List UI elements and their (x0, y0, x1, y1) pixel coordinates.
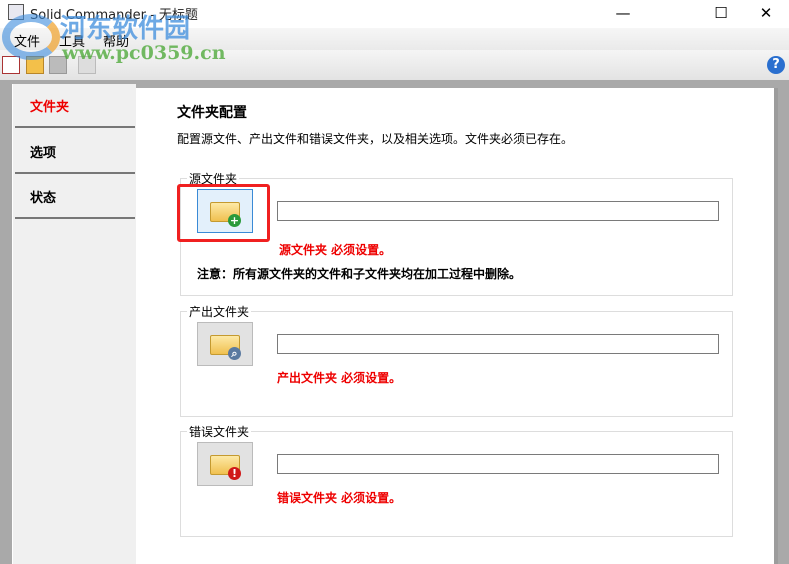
warning-icon: ! (228, 467, 241, 480)
menu-help[interactable]: 帮助 (103, 31, 129, 50)
error-folder-input[interactable] (277, 454, 719, 474)
tab-options[interactable]: 选项 (15, 130, 135, 174)
source-folder-note: 注意：所有源文件夹的文件和子文件夹均在加工过程中删除。 (197, 267, 522, 281)
save-icon[interactable] (49, 56, 67, 74)
tab-folders[interactable]: 文件夹 (15, 84, 135, 128)
side-tabs: 文件夹 选项 状态 (12, 84, 136, 564)
new-icon[interactable] (2, 56, 20, 74)
output-folder-group: 产出文件夹 ⌕ 产出文件夹 必须设置。 (180, 303, 733, 417)
app-icon (8, 4, 24, 20)
source-folder-error: 源文件夹 必须设置。 (279, 243, 392, 257)
run-icon[interactable] (78, 56, 96, 74)
workspace: 文件夹 选项 状态 文件夹配置 配置源文件、产出文件和错误文件夹，以及相关选项。… (0, 80, 789, 564)
help-icon[interactable]: ? (767, 56, 785, 74)
output-folder-error: 产出文件夹 必须设置。 (277, 371, 402, 385)
content-panel: 文件夹配置 配置源文件、产出文件和错误文件夹，以及相关选项。文件夹必须已存在。 … (136, 88, 778, 564)
minimize-button[interactable]: — (600, 2, 646, 26)
menu-file[interactable]: 文件 (14, 31, 40, 50)
output-folder-input[interactable] (277, 334, 719, 354)
highlight-box (177, 184, 270, 242)
magnifier-icon: ⌕ (228, 347, 241, 360)
error-folder-button[interactable]: ! (197, 442, 253, 486)
page-title: 文件夹配置 (177, 105, 247, 121)
source-folder-input[interactable] (277, 201, 719, 221)
close-button[interactable]: ✕ (743, 2, 789, 26)
menu-tools[interactable]: 工具 (59, 31, 85, 50)
open-icon[interactable] (26, 56, 44, 74)
title-bar: Solid Commander - 无标题 — ☐ ✕ (0, 0, 789, 28)
error-folder-group: 错误文件夹 ! 错误文件夹 必须设置。 (180, 423, 733, 537)
output-folder-button[interactable]: ⌕ (197, 322, 253, 366)
page-description: 配置源文件、产出文件和错误文件夹，以及相关选项。文件夹必须已存在。 (177, 132, 574, 146)
tab-status[interactable]: 状态 (15, 175, 135, 219)
group-label: 错误文件夹 (187, 423, 252, 440)
group-label: 产出文件夹 (187, 303, 252, 320)
window-title: Solid Commander - 无标题 (30, 8, 198, 23)
menu-bar: 文件 工具 帮助 (0, 28, 789, 50)
error-folder-error: 错误文件夹 必须设置。 (277, 491, 402, 505)
toolbar: ? (0, 50, 789, 80)
maximize-button[interactable]: ☐ (698, 2, 744, 26)
